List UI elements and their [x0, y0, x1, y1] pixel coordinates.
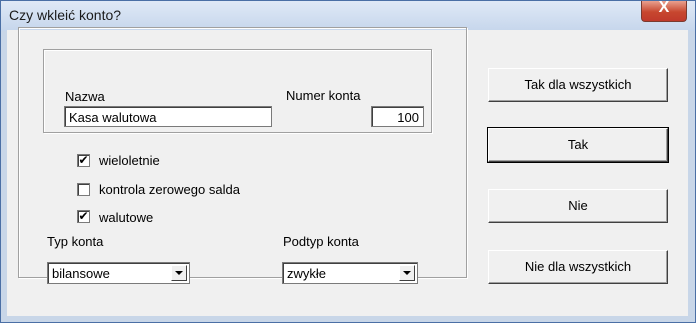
name-input[interactable]: Kasa walutowa — [64, 106, 272, 127]
checkbox-wieloletnie-label: wieloletnie — [99, 153, 160, 168]
name-label: Nazwa — [65, 89, 105, 104]
window-title: Czy wkleić konto? — [9, 7, 122, 23]
type-select[interactable]: bilansowe — [47, 262, 190, 284]
subtype-select[interactable]: zwykłe — [282, 262, 418, 284]
chevron-down-icon[interactable] — [399, 265, 415, 281]
close-button[interactable]: X — [641, 0, 687, 22]
type-label: Typ konta — [47, 234, 104, 249]
subtype-label: Podtyp konta — [283, 234, 359, 249]
close-icon: X — [658, 0, 670, 16]
no-all-button[interactable]: Nie dla wszystkich — [488, 250, 668, 284]
number-input[interactable]: 100 — [371, 106, 424, 127]
yes-button[interactable]: Tak — [487, 127, 669, 163]
chevron-down-icon[interactable] — [171, 265, 187, 281]
checkbox-walutowe[interactable]: ✔ — [77, 210, 90, 223]
number-label: Numer konta — [286, 88, 361, 103]
yes-all-button[interactable]: Tak dla wszystkich — [488, 68, 668, 102]
checkbox-kontrola-label: kontrola zerowego salda — [99, 182, 240, 197]
checkbox-kontrola-zerowego-salda[interactable] — [77, 183, 90, 196]
type-select-value: bilansowe — [52, 266, 110, 281]
subtype-select-value: zwykłe — [287, 266, 327, 281]
checkbox-wieloletnie[interactable]: ✔ — [77, 154, 90, 167]
no-button[interactable]: Nie — [488, 189, 668, 223]
checkbox-walutowe-label: walutowe — [99, 210, 154, 225]
